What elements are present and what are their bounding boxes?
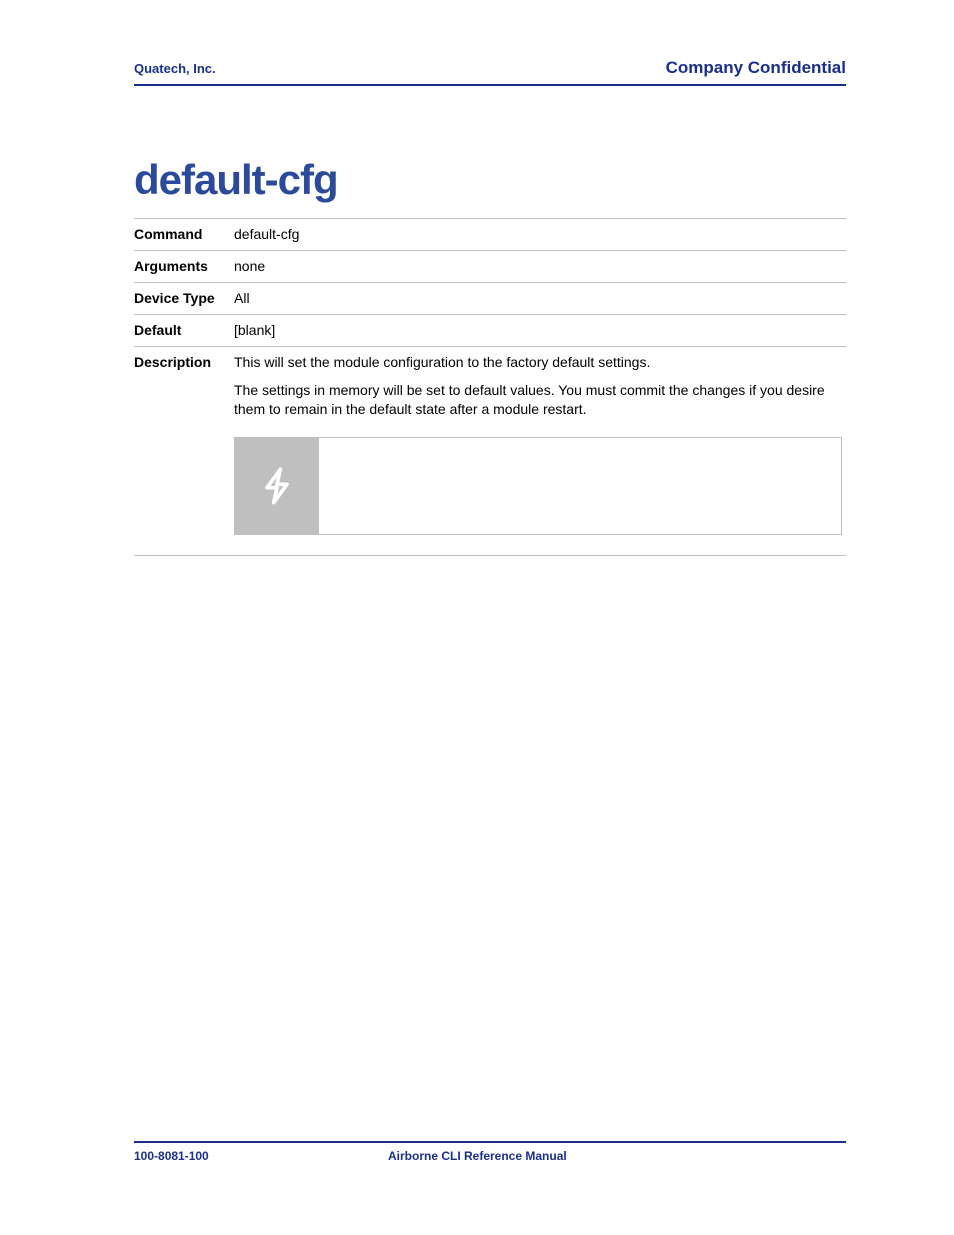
command-table: Command default-cfg Arguments none Devic…: [134, 218, 846, 556]
row-arguments: Arguments none: [134, 250, 846, 282]
value-arguments: none: [234, 250, 846, 282]
description-para1: This will set the module configuration t…: [234, 353, 842, 372]
label-description: Description: [134, 346, 234, 556]
note-body: [319, 438, 841, 534]
label-device-type: Device Type: [134, 282, 234, 314]
label-command: Command: [134, 219, 234, 251]
page-footer: 100-8081-100 Airborne CLI Reference Manu…: [134, 1141, 846, 1163]
header-company: Quatech, Inc.: [134, 61, 216, 76]
footer-doc-title: Airborne CLI Reference Manual: [209, 1149, 746, 1163]
page-header: Quatech, Inc. Company Confidential: [134, 58, 846, 86]
page: Quatech, Inc. Company Confidential defau…: [0, 0, 954, 1235]
value-command: default-cfg: [234, 219, 846, 251]
note-box: [234, 437, 842, 535]
description-para2: The settings in memory will be set to de…: [234, 381, 842, 419]
row-command: Command default-cfg: [134, 219, 846, 251]
row-device-type: Device Type All: [134, 282, 846, 314]
row-description: Description This will set the module con…: [134, 346, 846, 556]
label-arguments: Arguments: [134, 250, 234, 282]
page-title: default-cfg: [134, 156, 846, 204]
row-default: Default [blank]: [134, 314, 846, 346]
lightning-icon: [235, 438, 319, 534]
value-description: This will set the module configuration t…: [234, 346, 846, 556]
value-device-type: All: [234, 282, 846, 314]
label-default: Default: [134, 314, 234, 346]
value-default: [blank]: [234, 314, 846, 346]
header-classification: Company Confidential: [666, 58, 846, 78]
footer-doc-number: 100-8081-100: [134, 1149, 209, 1163]
